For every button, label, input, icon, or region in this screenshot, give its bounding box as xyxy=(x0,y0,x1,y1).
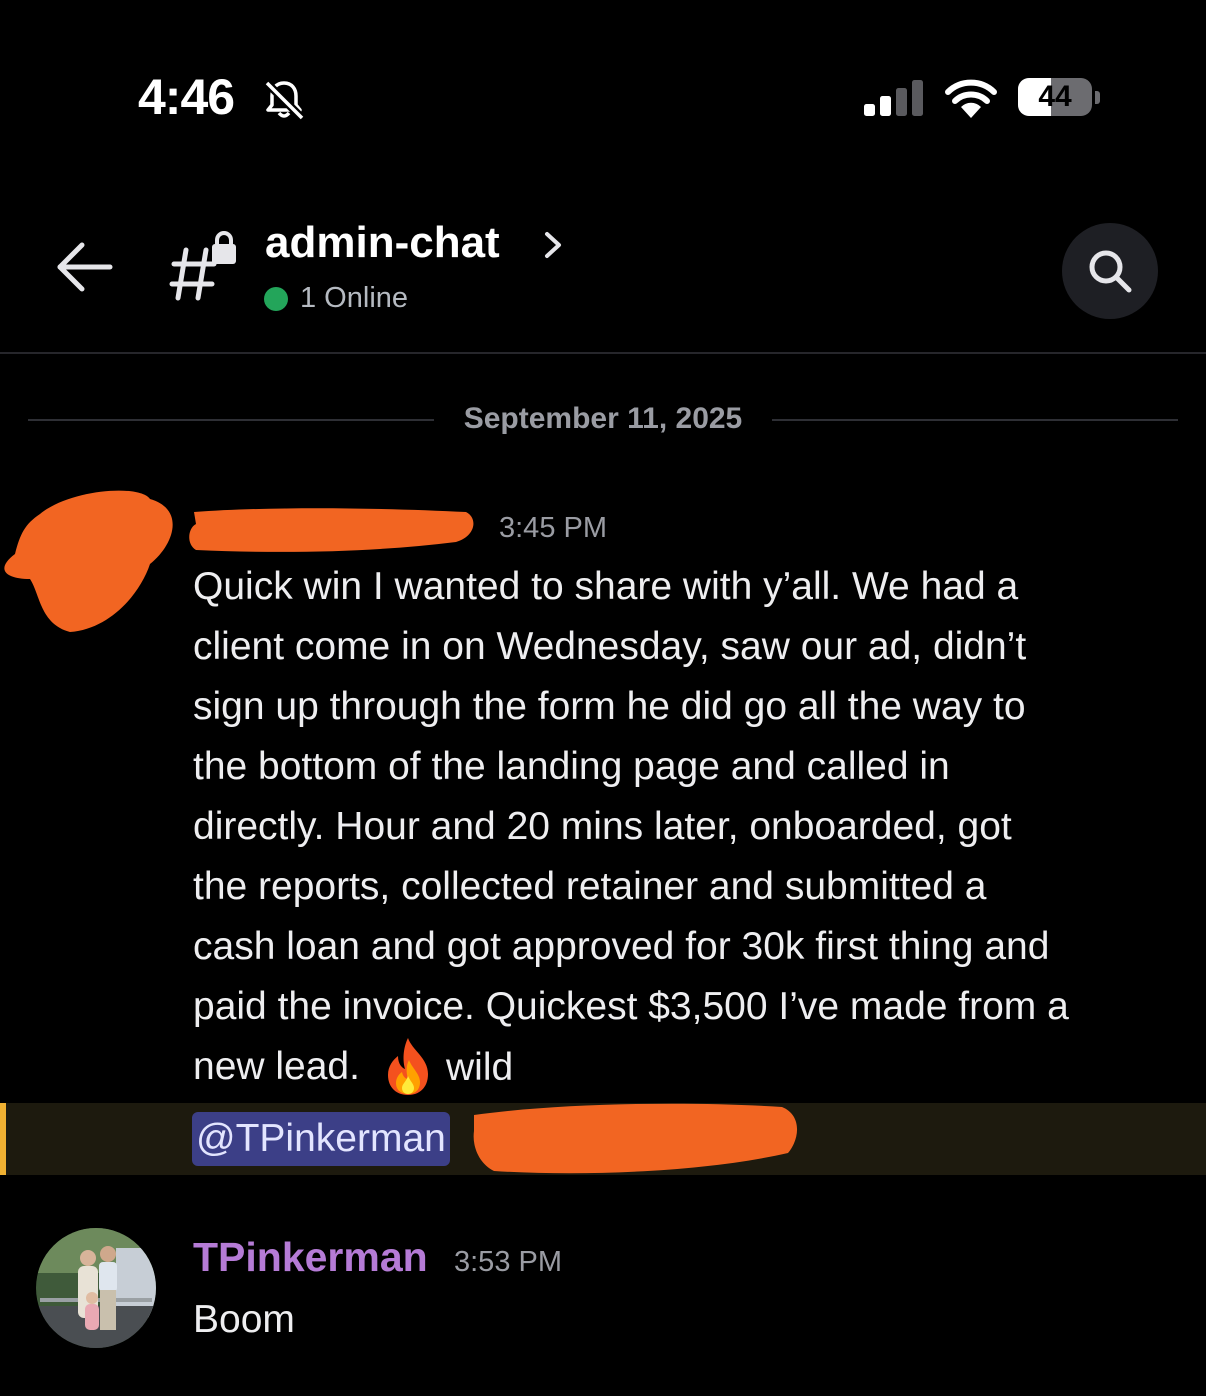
search-icon xyxy=(1089,250,1132,293)
mention-highlight-row: @TPinkerman xyxy=(0,1103,1206,1175)
user-mention[interactable]: @TPinkerman xyxy=(192,1112,450,1166)
message-author[interactable]: TPinkerman xyxy=(193,1234,428,1281)
online-count: 1 Online xyxy=(300,282,409,314)
redacted-mention-scribble xyxy=(473,1103,798,1174)
status-time: 4:46 xyxy=(138,69,235,125)
redacted-avatar-scribble xyxy=(4,490,173,632)
message-line: client come in on Wednesday, saw our ad,… xyxy=(193,625,1027,668)
cellular-signal-icon xyxy=(864,80,923,116)
battery-body: 44 xyxy=(1018,78,1092,116)
message-timestamp: 3:45 PM xyxy=(499,512,607,544)
message-line: the reports, collected retainer and subm… xyxy=(193,865,987,908)
avatar[interactable] xyxy=(36,1228,156,1348)
message-line: cash loan and got approved for 30k first… xyxy=(193,925,1050,968)
divider-line xyxy=(28,419,434,421)
status-bar: 4:46 44 xyxy=(0,0,1206,190)
message-timestamp: 3:53 PM xyxy=(454,1246,562,1278)
avatar-photo xyxy=(36,1228,156,1348)
battery-cap xyxy=(1095,91,1100,104)
message-line: paid the invoice. Quickest $3,500 I’ve m… xyxy=(193,985,1069,1028)
date-label: September 11, 2025 xyxy=(463,402,743,435)
message-line: the bottom of the landing page and calle… xyxy=(193,745,950,788)
message-line: directly. Hour and 20 mins later, onboar… xyxy=(193,805,1012,848)
mention-indicator-bar xyxy=(0,1103,6,1175)
locked-channel-hash-icon xyxy=(169,231,236,301)
date-divider: September 11, 2025 xyxy=(28,398,1178,442)
battery-icon: 44 xyxy=(1018,78,1100,118)
message-line: sign up through the form he did go all t… xyxy=(193,685,1026,728)
message-line: new lead. xyxy=(193,1045,360,1088)
bell-slash-icon xyxy=(264,80,305,121)
back-arrow-icon[interactable] xyxy=(50,232,120,302)
channel-header: admin-chat 1 Online xyxy=(0,190,1206,354)
message-tail-text: wild xyxy=(446,1046,514,1089)
search-button[interactable] xyxy=(1062,223,1158,319)
channel-name[interactable]: admin-chat xyxy=(265,218,500,268)
wifi-icon xyxy=(945,79,997,118)
redacted-username-scribble xyxy=(189,508,474,552)
battery-level: 44 xyxy=(1038,80,1072,113)
message-line: Quick win I wanted to share with y’all. … xyxy=(193,565,1019,608)
message-body: Quick win I wanted to share with y’all. … xyxy=(193,557,1183,1097)
divider-line xyxy=(772,419,1178,421)
message-body: Boom xyxy=(193,1298,295,1341)
fire-emoji xyxy=(388,1038,428,1095)
online-status-dot xyxy=(264,287,288,311)
chevron-right-icon[interactable] xyxy=(540,230,566,260)
